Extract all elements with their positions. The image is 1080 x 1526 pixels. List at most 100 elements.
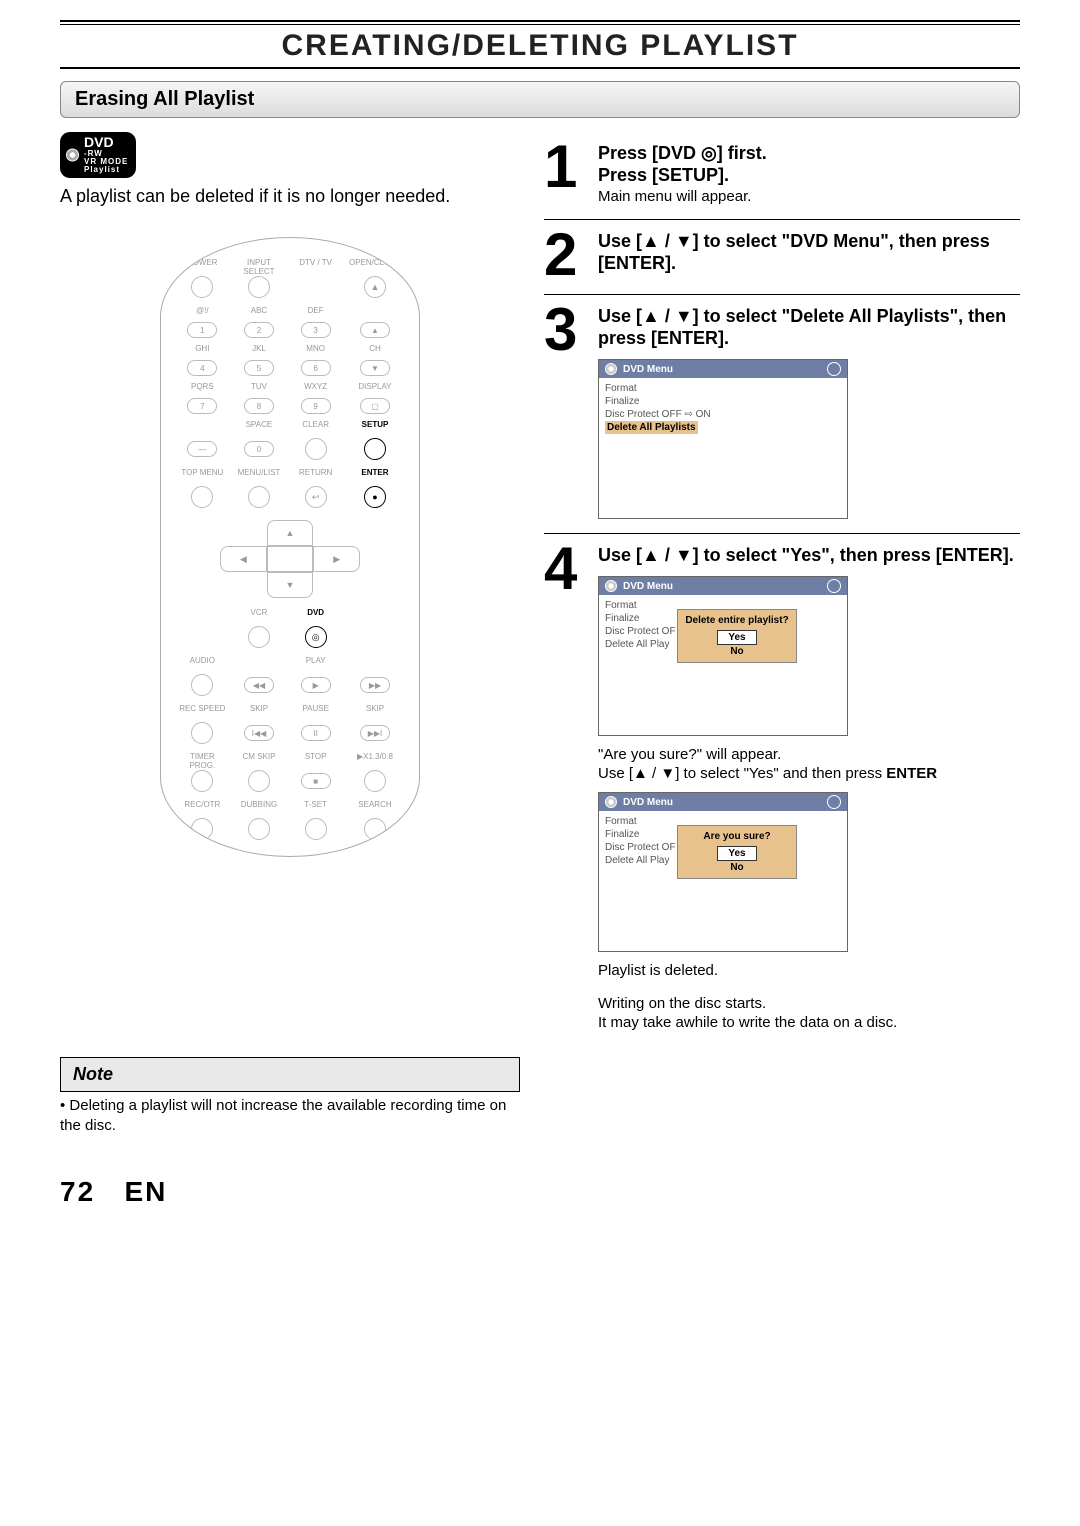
remote-label: CLEAR [292, 420, 339, 430]
remote-button [364, 770, 386, 792]
remote-button [248, 276, 270, 298]
remote-label: WXYZ [292, 382, 339, 392]
remote-label: DEF [292, 306, 339, 316]
remote-button: ▲ [364, 276, 386, 298]
remote-label-setup: SETUP [349, 420, 401, 430]
osd-dialog-no: No [717, 861, 757, 874]
step-instruction: Use [▲ / ▼] to select "Delete All Playli… [598, 305, 1020, 349]
remote-button [191, 770, 213, 792]
osd-title: DVD Menu [599, 577, 847, 595]
note-text: Deleting a playlist will not increase th… [60, 1096, 520, 1136]
step-enter-bold: ENTER [886, 765, 937, 782]
remote-label: DUBBING [236, 800, 283, 810]
remote-button: 0 [244, 441, 274, 457]
remote-button [248, 486, 270, 508]
remote-label: POWER [179, 258, 226, 268]
osd-dialog-yes: Yes [717, 630, 757, 645]
step-3: 3 Use [▲ / ▼] to select "Delete All Play… [544, 295, 1020, 534]
step-2: 2 Use [▲ / ▼] to select "DVD Menu", then… [544, 220, 1020, 295]
remote-button: — [187, 441, 217, 457]
remote-label: JKL [236, 344, 283, 354]
remote-button [191, 674, 213, 696]
remote-label: INPUT SELECT [236, 258, 283, 268]
step-subtext: Main menu will appear. [598, 188, 1020, 205]
page-footer: 72 EN [60, 1176, 1020, 1208]
remote-button: ▢ [360, 398, 390, 414]
remote-label: MENU/LIST [236, 468, 283, 478]
remote-button-dvd: ◎ [305, 626, 327, 648]
remote-label: TUV [236, 382, 283, 392]
remote-button [191, 486, 213, 508]
remote-footer: DVD RECORDER / VCR [179, 856, 401, 857]
remote-label: AUDIO [179, 656, 226, 666]
remote-label: SKIP [349, 704, 401, 714]
osd-dialog-question: Delete entire playlist? [682, 614, 792, 627]
remote-label: CH [349, 344, 401, 354]
dvd-badge-main: DVD [84, 134, 114, 150]
remote-button: 2 [244, 322, 274, 338]
remote-label [179, 420, 226, 430]
remote-button: 7 [187, 398, 217, 414]
remote-button [191, 722, 213, 744]
remote-label: ABC [236, 306, 283, 316]
remote-label: GHI [179, 344, 226, 354]
page-lang: EN [125, 1176, 168, 1207]
remote-label: PLAY [292, 656, 339, 666]
remote-button: ■ [301, 773, 331, 789]
remote-label: OPEN/CLOSE [349, 258, 401, 268]
remote-label-dvd: DVD [292, 608, 339, 618]
osd-item: Disc Protect OFF ⇨ ON [605, 408, 841, 421]
remote-button: ↩ [305, 486, 327, 508]
page-border: CREATING/DELETING PLAYLIST [60, 20, 1020, 69]
step-instruction: Use [▲ / ▼] to select "DVD Menu", then p… [598, 230, 1020, 274]
step-subtext: "Are you sure?" will appear. [598, 746, 1020, 763]
remote-button [248, 818, 270, 840]
osd-dialog-no: No [717, 645, 757, 658]
remote-button: 3 [301, 322, 331, 338]
osd-screenshot: DVD Menu Format Finalize Disc Protect OF… [598, 359, 848, 519]
step-instruction: Press [SETUP]. [598, 164, 1020, 186]
remote-button: ◀◀ [244, 677, 274, 693]
remote-button: 5 [244, 360, 274, 376]
step-subtext: Playlist is deleted. [598, 962, 1020, 979]
remote-label: TOP MENU [179, 468, 226, 478]
remote-button [364, 818, 386, 840]
remote-button-setup [364, 438, 386, 460]
step-number: 2 [544, 230, 584, 280]
intro-text: A playlist can be deleted if it is no lo… [60, 186, 520, 207]
remote-button [191, 276, 213, 298]
remote-button: I◀◀ [244, 725, 274, 741]
remote-label: DISPLAY [349, 382, 401, 392]
remote-label: PQRS [179, 382, 226, 392]
step-instruction: Press [DVD ◎] first. [598, 142, 1020, 164]
remote-button: ▲ [360, 322, 390, 338]
remote-label: REC SPEED [179, 704, 226, 714]
remote-button: 9 [301, 398, 331, 414]
step-number: 4 [544, 544, 584, 1031]
remote-button: II [301, 725, 331, 741]
remote-button [305, 818, 327, 840]
remote-control-illustration: POWER INPUT SELECT DTV / TV OPEN/CLOSE ▲… [160, 237, 420, 857]
step-instruction: Use [▲ / ▼] to select "Yes", then press … [598, 544, 1020, 566]
remote-label: PAUSE [292, 704, 339, 714]
remote-label: RETURN [292, 468, 339, 478]
osd-title: DVD Menu [599, 793, 847, 811]
remote-button: ▶▶ [360, 677, 390, 693]
page-title: CREATING/DELETING PLAYLIST [60, 24, 1020, 63]
osd-item-highlighted: Delete All Playlists [605, 421, 698, 434]
page-number: 72 [60, 1176, 95, 1207]
osd-screenshot: DVD Menu Format Finalize Disc Protect OF… [598, 576, 848, 736]
osd-dialog-question: Are you sure? [682, 830, 792, 843]
step-1: 1 Press [DVD ◎] first. Press [SETUP]. Ma… [544, 132, 1020, 220]
remote-label [349, 306, 401, 316]
remote-button [305, 438, 327, 460]
step-subtext-line: Use [▲ / ▼] to select "Yes" and then pre… [598, 765, 882, 782]
remote-button: ▶▶I [360, 725, 390, 741]
remote-label: STOP [292, 752, 339, 762]
remote-button: 1 [187, 322, 217, 338]
remote-label: CM SKIP [236, 752, 283, 762]
remote-label: TIMER PROG. [179, 752, 226, 762]
step-subtext: Use [▲ / ▼] to select "Yes" and then pre… [598, 765, 1020, 782]
osd-screenshot: DVD Menu Format Finalize Disc Protect OF… [598, 792, 848, 952]
remote-label: VCR [236, 608, 283, 618]
